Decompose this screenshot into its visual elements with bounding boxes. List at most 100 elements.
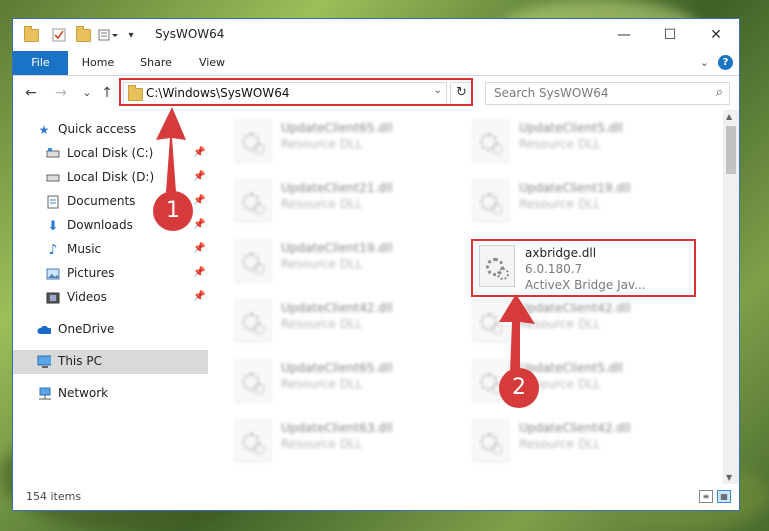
sidebar-item-quick-access[interactable]: ★ Quick access	[13, 118, 208, 142]
sidebar-item-label: Documents	[67, 194, 136, 208]
list-item[interactable]: UpdateClient65.dll Resource DLL	[235, 356, 475, 412]
status-bar: 154 items ≡ ▦	[13, 484, 739, 510]
ribbon-tabs: File Home Share View ⌄ ?	[13, 51, 739, 76]
callout-2: 2	[499, 368, 539, 408]
dll-file-icon	[235, 120, 271, 162]
up-button[interactable]: ↑	[97, 83, 117, 103]
file-highlight-box	[471, 239, 696, 297]
close-button[interactable]: ✕	[693, 19, 739, 51]
sidebar-item-music[interactable]: ♪ Music 📌	[13, 238, 208, 262]
list-item[interactable]: UpdateClient42.dll Resource DLL	[473, 416, 713, 472]
sidebar-item-label: Videos	[67, 290, 107, 304]
scroll-thumb[interactable]	[726, 126, 736, 174]
tiles-view-icon[interactable]: ▦	[717, 490, 731, 503]
back-button[interactable]: ←	[21, 83, 41, 103]
title-bar: ▾ SysWOW64 — ☐ ✕	[13, 19, 739, 51]
sidebar-item-this-pc[interactable]: This PC	[13, 350, 208, 374]
tab-share[interactable]: Share	[131, 51, 181, 75]
address-highlight-box	[119, 78, 473, 106]
list-item[interactable]: UpdateClient5.dll Resource DLL	[473, 116, 713, 172]
recent-locations-button[interactable]: ⌄	[77, 83, 97, 103]
pin-icon[interactable]: 📌	[193, 243, 205, 254]
sidebar-item-label: This PC	[58, 354, 102, 368]
file-type: Resource DLL	[281, 257, 363, 271]
file-name: UpdateClient5.dll	[519, 361, 623, 375]
tab-view[interactable]: View	[187, 51, 237, 75]
sidebar-item-local-disk-c[interactable]: Local Disk (C:) 📌	[13, 142, 208, 166]
sidebar-item-network[interactable]: Network	[13, 382, 208, 406]
dll-file-icon	[235, 420, 271, 462]
scroll-up-icon[interactable]: ▲	[726, 112, 732, 121]
sidebar-item-videos[interactable]: Videos 📌	[13, 286, 208, 310]
file-name: UpdateClient42.dll	[519, 301, 631, 315]
maximize-button[interactable]: ☐	[647, 19, 693, 51]
sidebar-item-local-disk-d[interactable]: Local Disk (D:) 📌	[13, 166, 208, 190]
network-icon	[37, 387, 51, 401]
computer-icon	[37, 355, 51, 369]
file-name: UpdateClient42.dll	[519, 421, 631, 435]
explorer-window: ▾ SysWOW64 — ☐ ✕ File Home Share View ⌄ …	[12, 18, 740, 511]
list-item[interactable]: UpdateClient65.dll Resource DLL	[235, 116, 475, 172]
file-name: UpdateClient19.dll	[281, 241, 393, 255]
scroll-down-icon[interactable]: ▼	[726, 473, 732, 482]
file-type: Resource DLL	[281, 317, 363, 331]
sidebar-item-onedrive[interactable]: OneDrive	[13, 318, 208, 342]
minimize-button[interactable]: —	[601, 19, 647, 51]
sidebar-item-label: Network	[58, 386, 109, 400]
file-name: UpdateClient65.dll	[281, 361, 393, 375]
pin-icon[interactable]: 📌	[193, 219, 205, 230]
pin-icon[interactable]: 📌	[193, 267, 205, 278]
file-type: Resource DLL	[519, 137, 601, 151]
search-input[interactable]: Search SysWOW64 ⌕	[485, 82, 730, 105]
dll-file-icon	[473, 120, 509, 162]
properties-icon[interactable]	[51, 27, 67, 43]
tab-file[interactable]: File	[13, 51, 68, 75]
quick-access-dropdown-icon[interactable]: ▾	[125, 27, 137, 43]
video-icon	[46, 291, 60, 305]
tab-home[interactable]: Home	[73, 51, 123, 75]
sidebar-item-pictures[interactable]: Pictures 📌	[13, 262, 208, 286]
expand-ribbon-icon[interactable]: ⌄	[700, 56, 709, 69]
drive-icon	[46, 171, 60, 185]
star-icon: ★	[38, 123, 50, 137]
sidebar-item-label: Pictures	[67, 266, 115, 280]
file-type: Resource DLL	[281, 437, 363, 451]
help-icon[interactable]: ?	[718, 55, 733, 70]
vertical-scrollbar[interactable]: ▲ ▼	[723, 110, 739, 484]
list-item[interactable]: UpdateClient42.dll Resource DLL	[235, 296, 475, 352]
dll-file-icon	[473, 180, 509, 222]
item-count: 154 items	[26, 490, 82, 503]
file-name: UpdateClient5.dll	[519, 121, 623, 135]
file-name: UpdateClient42.dll	[281, 301, 393, 315]
list-item[interactable]: UpdateClient63.dll Resource DLL	[235, 416, 475, 472]
dll-file-icon	[473, 300, 509, 342]
details-view-icon[interactable]: ≡	[699, 490, 713, 503]
list-item[interactable]: UpdateClient19.dll Resource DLL	[473, 176, 713, 232]
list-item[interactable]: UpdateClient42.dll Resource DLL	[473, 296, 713, 352]
pin-icon[interactable]: 📌	[193, 171, 205, 182]
drive-icon	[46, 147, 60, 161]
window-title: SysWOW64	[155, 27, 225, 41]
pin-icon[interactable]: 📌	[193, 195, 205, 206]
list-item[interactable]: UpdateClient21.dll Resource DLL	[235, 176, 475, 232]
search-icon[interactable]: ⌕	[716, 85, 723, 100]
forward-button[interactable]: →	[51, 83, 71, 103]
sidebar-item-label: Local Disk (D:)	[67, 170, 155, 184]
list-item[interactable]: UpdateClient19.dll Resource DLL	[235, 236, 475, 292]
sidebar-item-label: Downloads	[67, 218, 133, 232]
navigation-pane: ★ Quick access Local Disk (C:) 📌 Local D…	[13, 110, 208, 484]
new-folder-icon[interactable]	[75, 25, 91, 43]
music-icon: ♪	[48, 242, 58, 258]
file-name: UpdateClient63.dll	[281, 421, 393, 435]
file-type: Resource DLL	[281, 137, 363, 151]
pin-icon[interactable]: 📌	[193, 147, 205, 158]
file-type: Resource DLL	[519, 317, 601, 331]
dll-file-icon	[235, 240, 271, 282]
sidebar-item-label: Local Disk (C:)	[67, 146, 154, 160]
callout-1: 1	[153, 191, 193, 231]
sidebar-item-label: Quick access	[58, 122, 137, 136]
folder-icon[interactable]	[23, 25, 39, 43]
file-name: UpdateClient21.dll	[281, 181, 393, 195]
customize-toolbar-icon[interactable]	[97, 27, 121, 43]
pin-icon[interactable]: 📌	[193, 291, 205, 302]
